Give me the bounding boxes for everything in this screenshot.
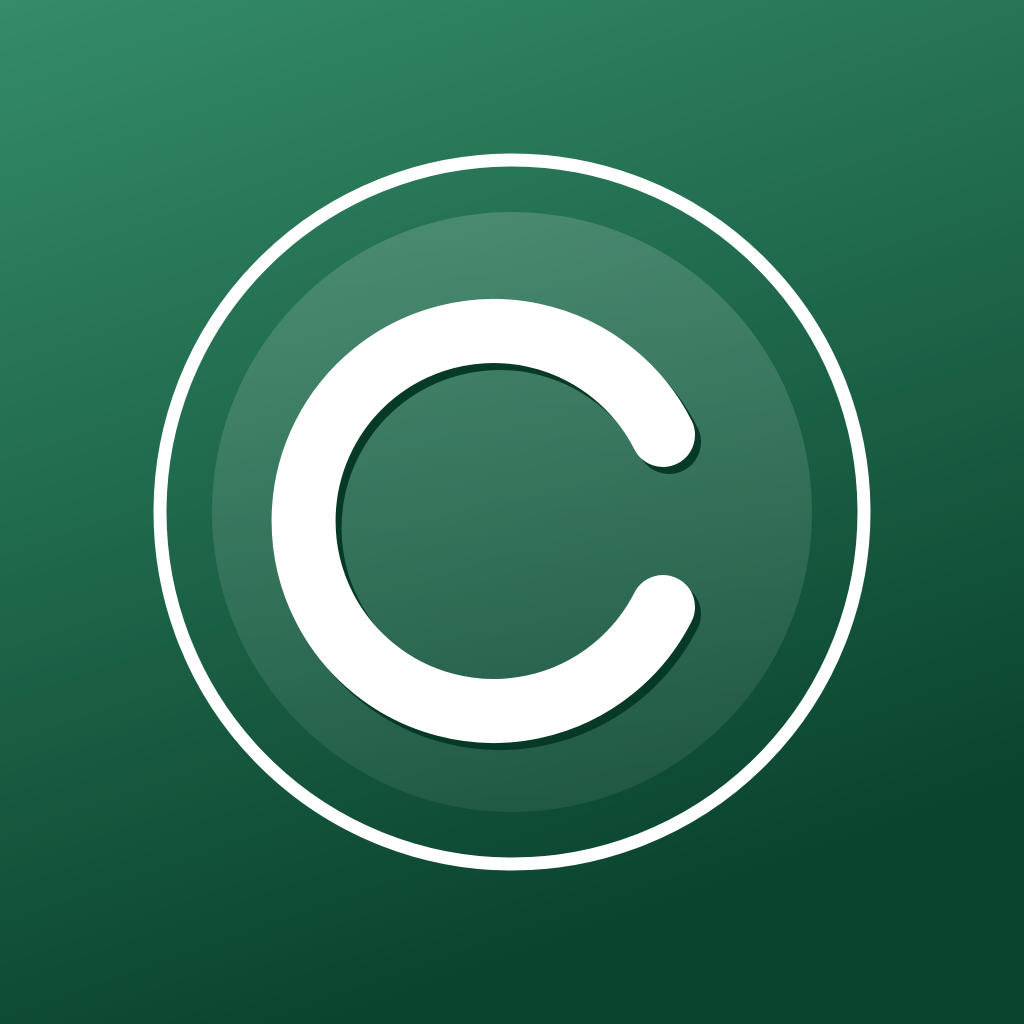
app-icon-artwork <box>0 0 1024 1024</box>
app-icon <box>0 0 1024 1024</box>
